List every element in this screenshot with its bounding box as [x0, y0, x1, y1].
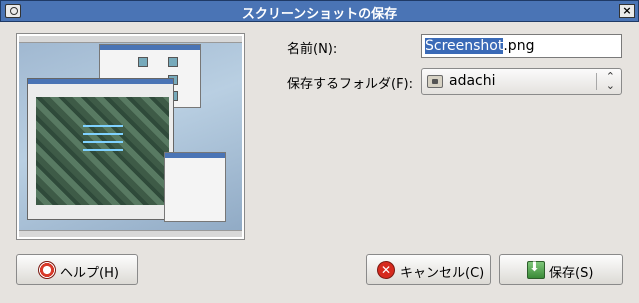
lifebuoy-help-icon [38, 261, 56, 279]
filename-extension: .png [503, 38, 535, 54]
cancel-x-icon: ✕ [377, 261, 395, 279]
filename-selected-text: Screenshot [425, 38, 504, 54]
combo-separator [596, 73, 597, 90]
help-button[interactable]: ヘルプ(H) [16, 254, 138, 285]
folder-value: adachi [449, 73, 496, 89]
save-download-icon [527, 260, 545, 279]
help-button-label: ヘルプ(H) [60, 266, 119, 281]
cancel-button[interactable]: ✕ キャンセル(C) [366, 254, 491, 285]
save-button-label: 保存(S) [549, 266, 594, 281]
home-folder-icon [427, 75, 443, 88]
preview-folder-window [164, 152, 226, 222]
window-title: スクリーンショットの保存 [241, 7, 398, 22]
chevron-updown-icon: ⌃ ⌄ [605, 70, 615, 92]
close-button[interactable]: × [619, 4, 635, 18]
preview-bottom-panel [19, 230, 242, 237]
filename-label: 名前(N): [287, 42, 338, 57]
screenshot-preview [16, 33, 245, 240]
filename-input[interactable]: Screenshot.png [421, 34, 622, 58]
preview-browser-window [27, 78, 174, 220]
folder-label: 保存するフォルダ(F): [287, 77, 414, 92]
preview-top-panel [19, 36, 242, 43]
folder-select[interactable]: adachi ⌃ ⌄ [421, 68, 622, 95]
title-bar: スクリーンショットの保存 × [0, 0, 639, 22]
cancel-button-label: キャンセル(C) [400, 266, 485, 281]
preview-desktop-image [19, 36, 242, 237]
save-button[interactable]: 保存(S) [499, 254, 623, 285]
